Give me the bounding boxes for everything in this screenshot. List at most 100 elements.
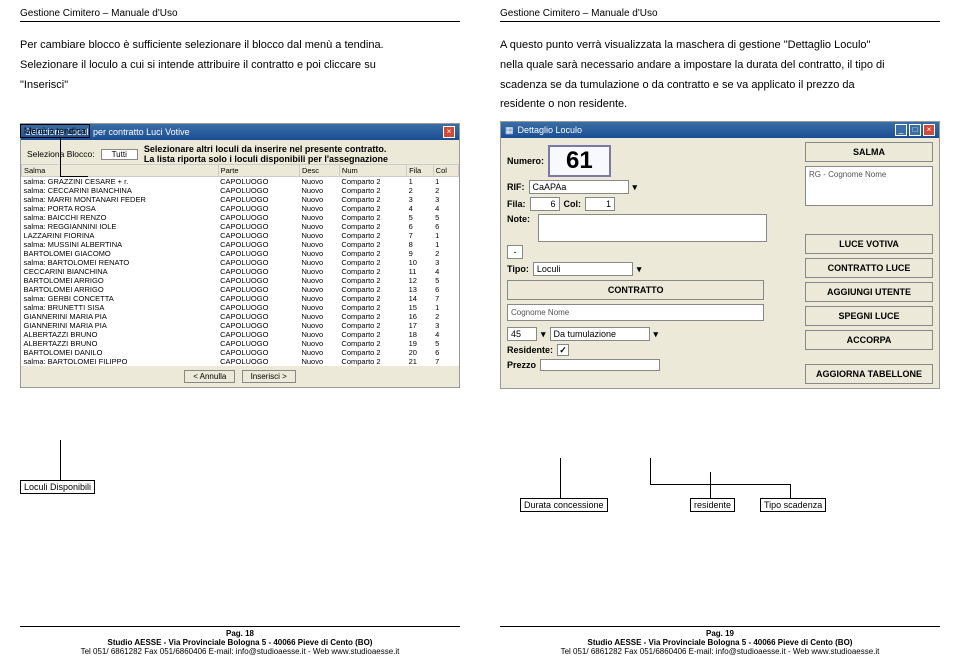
table-row[interactable]: salma: PORTA ROSACAPOLUOGONuovoComparto … (22, 204, 459, 213)
salma-field[interactable]: RG - Cognome Nome (805, 166, 933, 206)
contratto-cognome-field[interactable]: Cognome Nome (507, 304, 764, 321)
table-cell: 6 (433, 348, 458, 357)
luce-votiva-button[interactable]: LUCE VOTIVA (805, 234, 933, 254)
table-cell: 1 (407, 177, 434, 187)
callout-line (60, 440, 61, 480)
table-cell: Comparto 2 (339, 267, 406, 276)
table-cell: Comparto 2 (339, 303, 406, 312)
table-row[interactable]: salma: MUSSINI ALBERTINACAPOLUOGONuovoCo… (22, 240, 459, 249)
minimize-icon[interactable]: _ (895, 124, 907, 136)
table-row[interactable]: ALBERTAZZI BRUNOCAPOLUOGONuovoComparto 2… (22, 330, 459, 339)
table-row[interactable]: salma: BRUNETTI SISACAPOLUOGONuovoCompar… (22, 303, 459, 312)
table-row[interactable]: salma: REGGIANNINI IOLECAPOLUOGONuovoCom… (22, 222, 459, 231)
table-cell: BARTOLOMEI DANILO (22, 348, 219, 357)
table-cell: 1 (433, 231, 458, 240)
table-cell: 11 (407, 267, 434, 276)
table-row[interactable]: BARTOLOMEI ARRIGOCAPOLUOGONuovoComparto … (22, 276, 459, 285)
spegni-luce-button[interactable]: SPEGNI LUCE (805, 306, 933, 326)
accorpa-button[interactable]: ACCORPA (805, 330, 933, 350)
durata-select[interactable]: 45 (507, 327, 537, 341)
inserisci-button[interactable]: Inserisci > (242, 370, 296, 383)
callout-line (650, 484, 790, 485)
contratto-luce-button[interactable]: CONTRATTO LUCE (805, 258, 933, 278)
salma-button[interactable]: SALMA (805, 142, 933, 162)
residente-checkbox[interactable]: ✓ (557, 344, 569, 356)
chevron-down-icon[interactable]: ▾ (633, 182, 638, 193)
table-cell: 2 (433, 186, 458, 195)
table-cell: Nuovo (299, 312, 339, 321)
table-cell: 12 (407, 276, 434, 285)
table-cell: Nuovo (299, 222, 339, 231)
table-cell: GIANNERINI MARIA PIA (22, 312, 219, 321)
aggiungi-utente-button[interactable]: AGGIUNGI UTENTE (805, 282, 933, 302)
table-row[interactable]: BARTOLOMEI GIACOMOCAPOLUOGONuovoComparto… (22, 249, 459, 258)
table-cell: 2 (433, 249, 458, 258)
paragraph: Selezionare il loculo a cui si intende a… (20, 56, 460, 76)
page-footer: Pag. 18 Studio AESSE - Via Provinciale B… (20, 626, 460, 656)
fila-label: Fila: (507, 199, 526, 209)
table-header: Col (433, 165, 458, 177)
table-row[interactable]: salma: BARTOLOMEI FILIPPOCAPOLUOGONuovoC… (22, 357, 459, 366)
table-cell: 7 (433, 294, 458, 303)
table-cell: 1 (433, 240, 458, 249)
annulla-button[interactable]: < Annulla (184, 370, 235, 383)
table-row[interactable]: salma: BAICCHI RENZOCAPOLUOGONuovoCompar… (22, 213, 459, 222)
table-cell: CAPOLUOGO (218, 348, 299, 357)
table-row[interactable]: LAZZARINI FIORINACAPOLUOGONuovoComparto … (22, 231, 459, 240)
window-titlebar[interactable]: ▦ Dettaglio Loculo _ □ × (501, 122, 939, 138)
chevron-down-icon[interactable]: ▾ (637, 264, 642, 275)
table-header: Salma (22, 165, 219, 177)
contratto-button[interactable]: CONTRATTO (507, 280, 764, 300)
table-row[interactable]: CECCARINI BIANCHINACAPOLUOGONuovoCompart… (22, 267, 459, 276)
table-row[interactable]: BARTOLOMEI ARRIGOCAPOLUOGONuovoComparto … (22, 285, 459, 294)
table-row[interactable]: ALBERTAZZI BRUNOCAPOLUOGONuovoComparto 2… (22, 339, 459, 348)
table-cell: BARTOLOMEI ARRIGO (22, 276, 219, 285)
table-cell: Comparto 2 (339, 231, 406, 240)
scadenza-select[interactable]: Da tumulazione (550, 327, 650, 341)
table-row[interactable]: GIANNERINI MARIA PIACAPOLUOGONuovoCompar… (22, 312, 459, 321)
prezzo-input[interactable] (540, 359, 660, 371)
tipo-select[interactable]: Loculi (533, 262, 633, 276)
table-cell: Comparto 2 (339, 294, 406, 303)
table-row[interactable]: salma: GERBI CONCETTACAPOLUOGONuovoCompa… (22, 294, 459, 303)
close-icon[interactable]: × (443, 126, 455, 138)
col-label: Col: (564, 199, 582, 209)
col-input[interactable]: 1 (585, 197, 615, 211)
table-cell: 10 (407, 258, 434, 267)
chevron-down-icon[interactable]: ▾ (654, 329, 659, 340)
table-cell: 9 (407, 249, 434, 258)
table-header: Fila (407, 165, 434, 177)
table-cell: Nuovo (299, 204, 339, 213)
table-cell: Nuovo (299, 294, 339, 303)
table-row[interactable]: salma: GRAZZINI CESARE + r.CAPOLUOGONuov… (22, 177, 459, 187)
chevron-down-icon[interactable]: ▾ (541, 329, 546, 340)
minus-button[interactable]: - (507, 245, 523, 259)
table-row[interactable]: salma: CECCARINI BIANCHINACAPOLUOGONuovo… (22, 186, 459, 195)
table-cell: 5 (433, 276, 458, 285)
table-cell: Nuovo (299, 240, 339, 249)
note-textarea[interactable] (538, 214, 767, 242)
table-cell: Comparto 2 (339, 240, 406, 249)
aggiorna-tabellone-button[interactable]: AGGIORNA TABELLONE (805, 364, 933, 384)
rif-select[interactable]: CaAPAa (529, 180, 629, 194)
window-instruction: La lista riporta solo i loculi disponibi… (144, 154, 453, 164)
numero-label: Numero: (507, 156, 544, 166)
table-row[interactable]: BARTOLOMEI DANILOCAPOLUOGONuovoComparto … (22, 348, 459, 357)
numero-value: 61 (548, 145, 611, 177)
table-cell: salma: PORTA ROSA (22, 204, 219, 213)
table-cell: CAPOLUOGO (218, 177, 299, 187)
table-row[interactable]: salma: BARTOLOMEI RENATOCAPOLUOGONuovoCo… (22, 258, 459, 267)
table-cell: CAPOLUOGO (218, 357, 299, 366)
table-cell: 4 (433, 330, 458, 339)
table-cell: Nuovo (299, 231, 339, 240)
table-row[interactable]: GIANNERINI MARIA PIACAPOLUOGONuovoCompar… (22, 321, 459, 330)
blocco-select[interactable]: Tutti (101, 149, 138, 160)
callout-line (560, 458, 561, 498)
maximize-icon[interactable]: □ (909, 124, 921, 136)
fila-input[interactable]: 6 (530, 197, 560, 211)
table-cell: CAPOLUOGO (218, 339, 299, 348)
table-cell: 7 (407, 231, 434, 240)
close-icon[interactable]: × (923, 124, 935, 136)
table-cell: salma: BARTOLOMEI FILIPPO (22, 357, 219, 366)
table-row[interactable]: salma: MARRI MONTANARI FEDERCAPOLUOGONuo… (22, 195, 459, 204)
